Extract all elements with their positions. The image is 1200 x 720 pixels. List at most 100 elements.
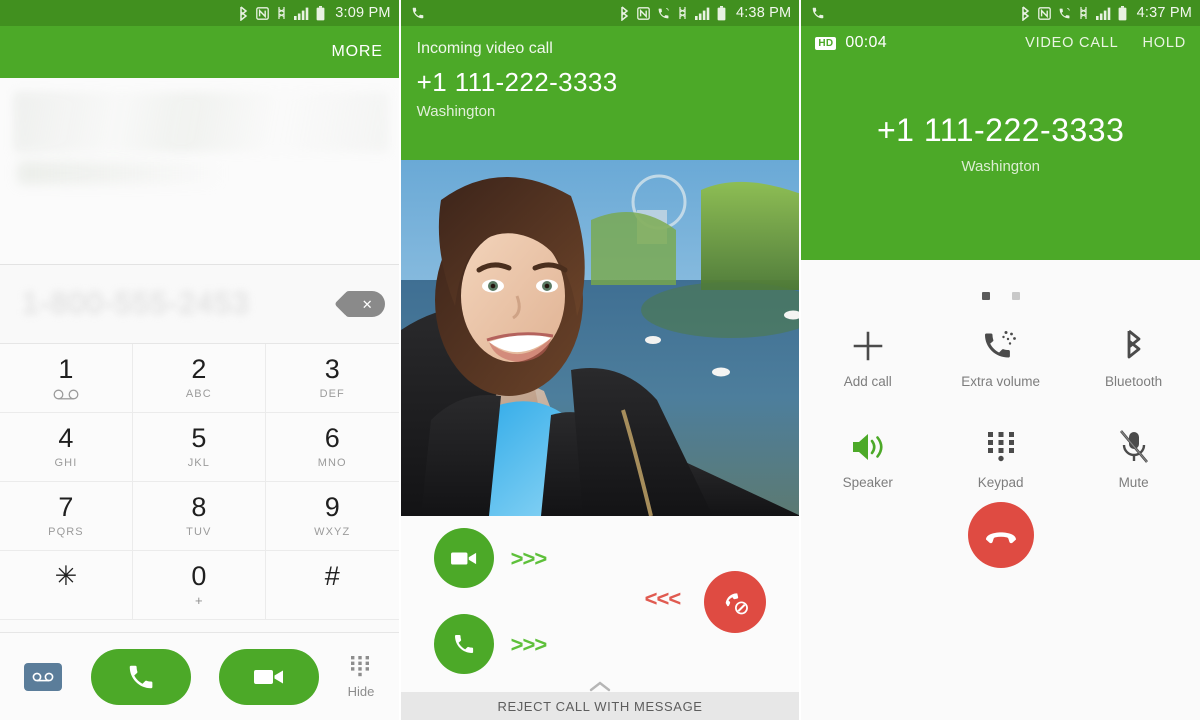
in-call-header: HD 00:04 VIDEO CALL HOLD +1 111-222-3333…: [801, 26, 1200, 260]
key-digit: 2: [191, 354, 207, 384]
incoming-call-header: Incoming video call +1 111-222-3333 Wash…: [400, 26, 800, 160]
key-star[interactable]: ✳: [0, 551, 133, 620]
hold-button[interactable]: HOLD: [1143, 35, 1187, 51]
decline-call-icon: [725, 593, 748, 615]
bluetooth-icon: [238, 5, 249, 21]
incoming-call-controls: >>> >>> <<<: [400, 516, 800, 692]
battery-icon: [717, 5, 726, 21]
key-3[interactable]: 3 DEF: [265, 344, 399, 413]
key-digit: 9: [324, 492, 340, 522]
in-call-options-panel: Add call Extra volume Bluetooth Speaker …: [801, 260, 1200, 720]
key-digit: 7: [58, 492, 74, 522]
dialed-number-input[interactable]: 1-800-555-2453: [22, 287, 345, 321]
signal-icon: [1095, 7, 1111, 20]
bluetooth-icon: [1020, 5, 1031, 21]
status-bar-left: [411, 6, 619, 20]
key-letters: WXYZ: [314, 526, 351, 538]
sync-icon: [677, 6, 688, 20]
reject-message-caret[interactable]: [401, 676, 800, 692]
battery-icon: [316, 5, 325, 21]
key-digit: 5: [191, 423, 207, 453]
key-6[interactable]: 6 MNO: [265, 413, 399, 482]
key-2[interactable]: 2 ABC: [132, 344, 266, 413]
bluetooth-button[interactable]: Bluetooth: [1067, 324, 1200, 389]
dialer-action-bar: Hide: [0, 632, 399, 720]
three-phone-screens: 3:09 PM MORE 1-800-555-2453 ✕ 1 2 ABC 3 …: [0, 0, 1200, 720]
phone-screen-dialer: 3:09 PM MORE 1-800-555-2453 ✕ 1 2 ABC 3 …: [0, 0, 399, 720]
add-call-button[interactable]: Add call: [801, 324, 934, 389]
extra-volume-icon: [983, 324, 1019, 368]
phone-icon: [129, 665, 153, 688]
accept-video-swipe-hint: >>>: [510, 546, 548, 571]
status-bar: 4:37 PM: [801, 0, 1200, 26]
key-9[interactable]: 9 WXYZ: [265, 482, 399, 551]
backspace-icon: ✕: [361, 296, 373, 312]
key-letters: TUV: [186, 526, 212, 538]
key-5[interactable]: 5 JKL: [132, 413, 266, 482]
accept-audio-call-button[interactable]: [433, 614, 494, 674]
call-type-label: Incoming video call: [416, 40, 553, 57]
key-letters: JKL: [187, 457, 210, 469]
accept-video-call-button[interactable]: [433, 528, 494, 588]
phone-screen-incoming-call: 4:38 PM Incoming video call +1 111-222-3…: [398, 0, 802, 720]
keypad-button[interactable]: Keypad: [934, 425, 1067, 490]
video-call-toggle[interactable]: VIDEO CALL: [1025, 35, 1118, 51]
signal-icon: [694, 7, 710, 20]
call-options-grid: Add call Extra volume Bluetooth Speaker …: [801, 324, 1200, 490]
dialer-app-bar: MORE: [0, 26, 399, 78]
bluetooth-icon: [619, 5, 630, 21]
status-bar: 3:09 PM: [0, 0, 399, 26]
signal-icon: [294, 7, 309, 20]
key-0[interactable]: 0 +: [132, 551, 266, 620]
option-label: Extra volume: [961, 374, 1041, 389]
contact-suggestion-area: [0, 78, 399, 265]
page-dot[interactable]: [1011, 292, 1020, 300]
page-dot-active[interactable]: [981, 292, 990, 300]
reject-call-with-message-label: REJECT CALL WITH MESSAGE: [497, 698, 703, 714]
reject-call-with-message-bar[interactable]: REJECT CALL WITH MESSAGE: [400, 692, 800, 720]
key-8[interactable]: 8 TUV: [132, 482, 266, 551]
voicemail-button[interactable]: [24, 662, 63, 691]
key-digit: 6: [324, 423, 340, 453]
key-letters: ABC: [185, 388, 212, 400]
key-digit: 4: [58, 423, 74, 453]
bluetooth-icon: [1122, 324, 1146, 368]
blurred-content: [14, 92, 389, 152]
backspace-button[interactable]: ✕: [344, 291, 385, 317]
key-digit: 8: [191, 492, 207, 522]
key-letters: GHI: [54, 457, 78, 469]
call-icon: [1058, 7, 1071, 20]
keypad-icon: [986, 425, 1016, 469]
key-letters: MNO: [317, 457, 347, 469]
key-1[interactable]: 1: [0, 344, 133, 413]
battery-icon: [1118, 5, 1127, 21]
extra-volume-button[interactable]: Extra volume: [934, 324, 1067, 389]
video-frame-image: [400, 160, 800, 516]
accept-audio-swipe-hint: >>>: [510, 632, 548, 657]
key-letters: +: [195, 593, 203, 608]
hide-keypad-button[interactable]: Hide: [348, 655, 374, 699]
option-label: Bluetooth: [1105, 374, 1163, 389]
option-label: Keypad: [977, 475, 1024, 490]
end-call-button[interactable]: [967, 502, 1034, 568]
end-call-row: [801, 502, 1200, 568]
speaker-icon: [850, 425, 886, 469]
page-indicator: [801, 260, 1200, 300]
mute-button[interactable]: Mute: [1067, 425, 1200, 490]
option-label: Mute: [1118, 475, 1149, 490]
caller-location: Washington: [416, 103, 496, 121]
key-4[interactable]: 4 GHI: [0, 413, 133, 482]
status-bar-clock: 4:38 PM: [735, 5, 792, 21]
key-7[interactable]: 7 PQRS: [0, 482, 133, 551]
key-hash[interactable]: #: [265, 551, 399, 620]
video-call-button[interactable]: [219, 648, 320, 705]
call-icon: [811, 6, 825, 20]
reject-call-button[interactable]: [703, 571, 766, 633]
mute-icon: [1118, 425, 1150, 469]
reject-swipe-hint: <<<: [644, 586, 682, 611]
phone-screen-in-call: 4:37 PM HD 00:04 VIDEO CALL HOLD +1 111-…: [801, 0, 1200, 720]
call-button[interactable]: [90, 648, 191, 705]
more-button[interactable]: MORE: [331, 43, 382, 61]
call-icon: [657, 7, 670, 20]
speaker-button[interactable]: Speaker: [801, 425, 934, 490]
